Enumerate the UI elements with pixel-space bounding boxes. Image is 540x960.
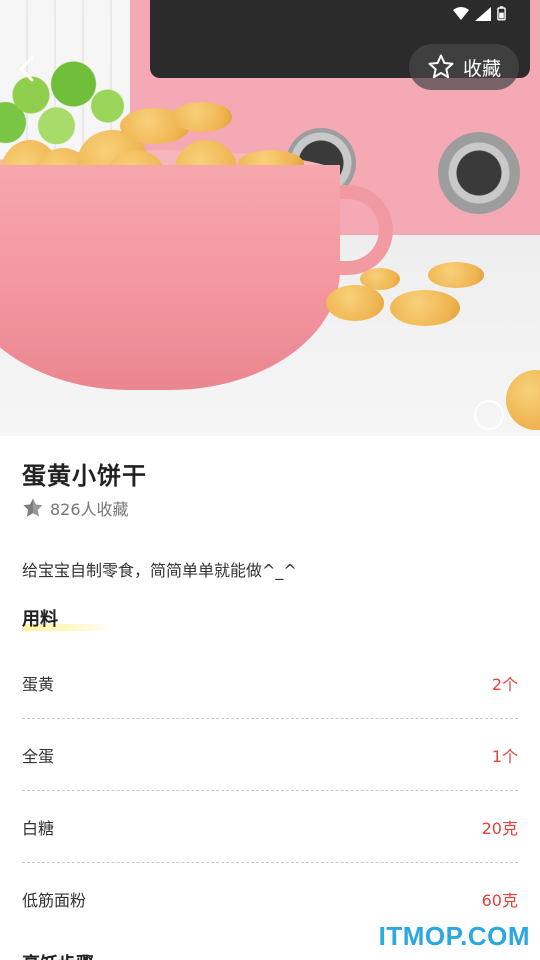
chevron-left-icon <box>19 56 34 82</box>
ingredient-name: 蛋黄 <box>22 674 55 694</box>
ingredient-name: 白糖 <box>22 818 55 838</box>
hero-cookie <box>360 268 400 290</box>
favorite-button-label: 收藏 <box>462 57 501 80</box>
ingredient-quantity: 20克 <box>481 818 518 838</box>
favorite-button[interactable]: 收藏 <box>409 44 519 90</box>
hero-cookie <box>172 102 232 132</box>
signal-icon <box>475 6 491 21</box>
back-button[interactable] <box>10 52 44 86</box>
hero-oven-knob <box>438 132 520 214</box>
ingredient-quantity: 2个 <box>491 674 518 694</box>
ingredient-name: 低筋面粉 <box>22 891 87 910</box>
photo-watermark-logo <box>474 400 504 430</box>
favorites-count: 826人收藏 <box>22 496 129 520</box>
wifi-icon <box>453 6 469 20</box>
status-bar <box>453 6 506 21</box>
site-watermark: ITMOP.COM <box>378 921 530 951</box>
ingredients-list: 蛋黄 2个 全蛋 1个 白糖 20克 低筋面粉 60克 <box>22 647 518 935</box>
hero-cookie <box>390 290 460 326</box>
star-outline-icon <box>428 54 454 79</box>
hero-cookie <box>428 262 484 288</box>
ingredient-row: 白糖 20克 <box>22 791 518 863</box>
ingredient-quantity: 1个 <box>491 746 518 766</box>
ingredient-name: 全蛋 <box>22 746 55 766</box>
recipe-title: 蛋黄小饼干 <box>22 462 147 490</box>
steps-heading: 烹饪步骤 <box>22 950 94 960</box>
recipe-description: 给宝宝自制零食，简简单单就能做^_^ <box>22 561 297 580</box>
favorites-count-text: 826人收藏 <box>50 500 129 519</box>
ingredient-quantity: 60克 <box>481 891 518 910</box>
ingredients-heading: 用料 <box>22 609 58 630</box>
hero-cookie <box>326 285 384 321</box>
battery-icon <box>497 6 506 21</box>
favorites-count-icon <box>23 498 43 517</box>
ingredient-row: 全蛋 1个 <box>22 719 518 791</box>
ingredient-row: 蛋黄 2个 <box>22 647 518 719</box>
